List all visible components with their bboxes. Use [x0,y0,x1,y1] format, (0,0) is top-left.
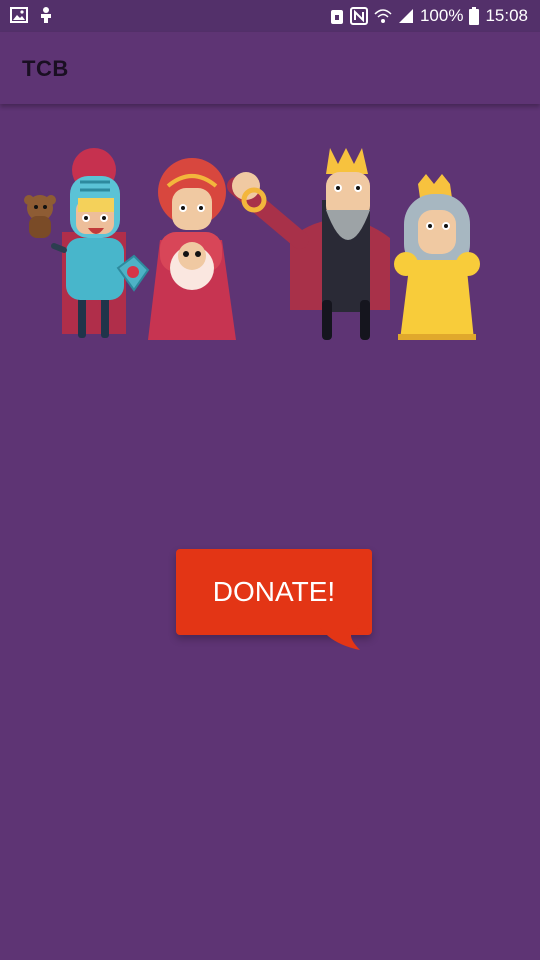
lady-character [148,158,236,340]
donate-button[interactable]: DONATE! [176,549,372,635]
royal-family-illustration [24,148,480,340]
nfc-icon [349,7,368,25]
battery-percent: 100% [419,6,464,25]
nfc-lock-icon [330,7,344,25]
app-title: TCB [22,56,69,81]
knight-character [24,148,150,338]
signal-icon [398,8,414,24]
android-debug-icon [38,6,54,24]
app-bar: TCB [0,32,540,104]
king-character [227,148,390,340]
speech-tail-icon [320,628,360,650]
wifi-icon [374,8,392,24]
status-bar: 100% 15:08 [0,0,540,32]
clock: 15:08 [485,6,528,25]
image-icon [10,7,28,23]
queen-character [394,174,480,340]
battery-icon [469,7,480,25]
